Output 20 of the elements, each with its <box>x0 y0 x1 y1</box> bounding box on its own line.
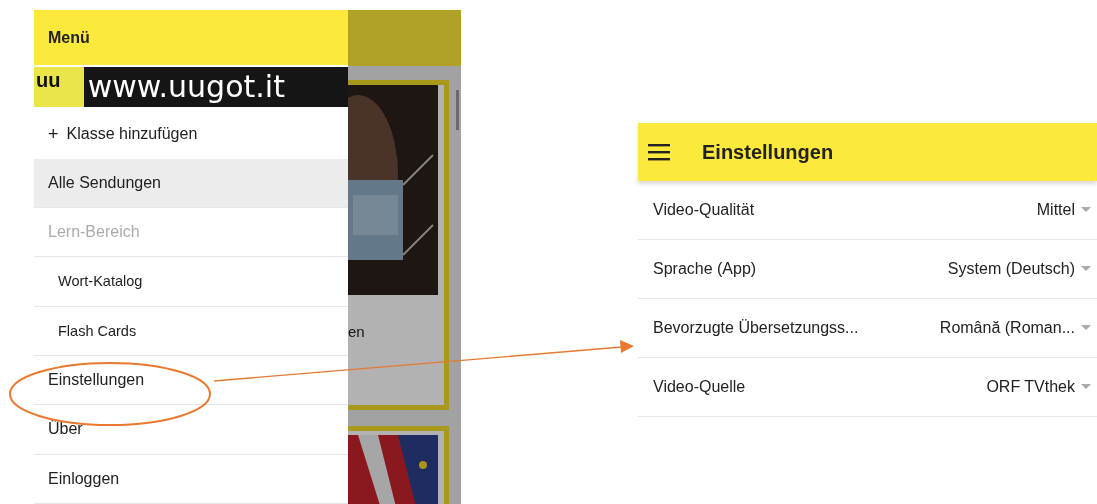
setting-label: Sprache (App) <box>653 260 757 278</box>
screen-title: Einstellungen <box>702 140 834 164</box>
caret-icon <box>1081 207 1091 213</box>
caret-icon <box>1081 325 1091 331</box>
setting-label: Video-Qualität <box>653 201 755 219</box>
drawer-title: Menü <box>48 28 90 47</box>
caret-icon <box>1081 384 1091 390</box>
setting-label: Video-Quelle <box>653 378 746 396</box>
menu-icon[interactable] <box>648 143 672 161</box>
menu-item[interactable]: Alle Sendungen <box>34 158 348 208</box>
logo-mark: uu <box>34 67 84 108</box>
setting-dropdown[interactable]: System (Deutsch) <box>947 260 1091 278</box>
card-caption: en <box>348 323 365 340</box>
menu-item[interactable]: + Klasse hinzufügen <box>34 110 348 159</box>
setting-dropdown[interactable]: ORF TVthek <box>986 378 1091 396</box>
setting-dropdown[interactable]: Română (Roman... <box>939 319 1091 337</box>
setting-label: Bevorzugte Übersetzungss... <box>653 319 859 337</box>
logo-text: www.uugot.it <box>83 67 348 108</box>
setting-dropdown[interactable]: Mittel <box>1036 201 1091 219</box>
caret-icon <box>1081 266 1091 272</box>
